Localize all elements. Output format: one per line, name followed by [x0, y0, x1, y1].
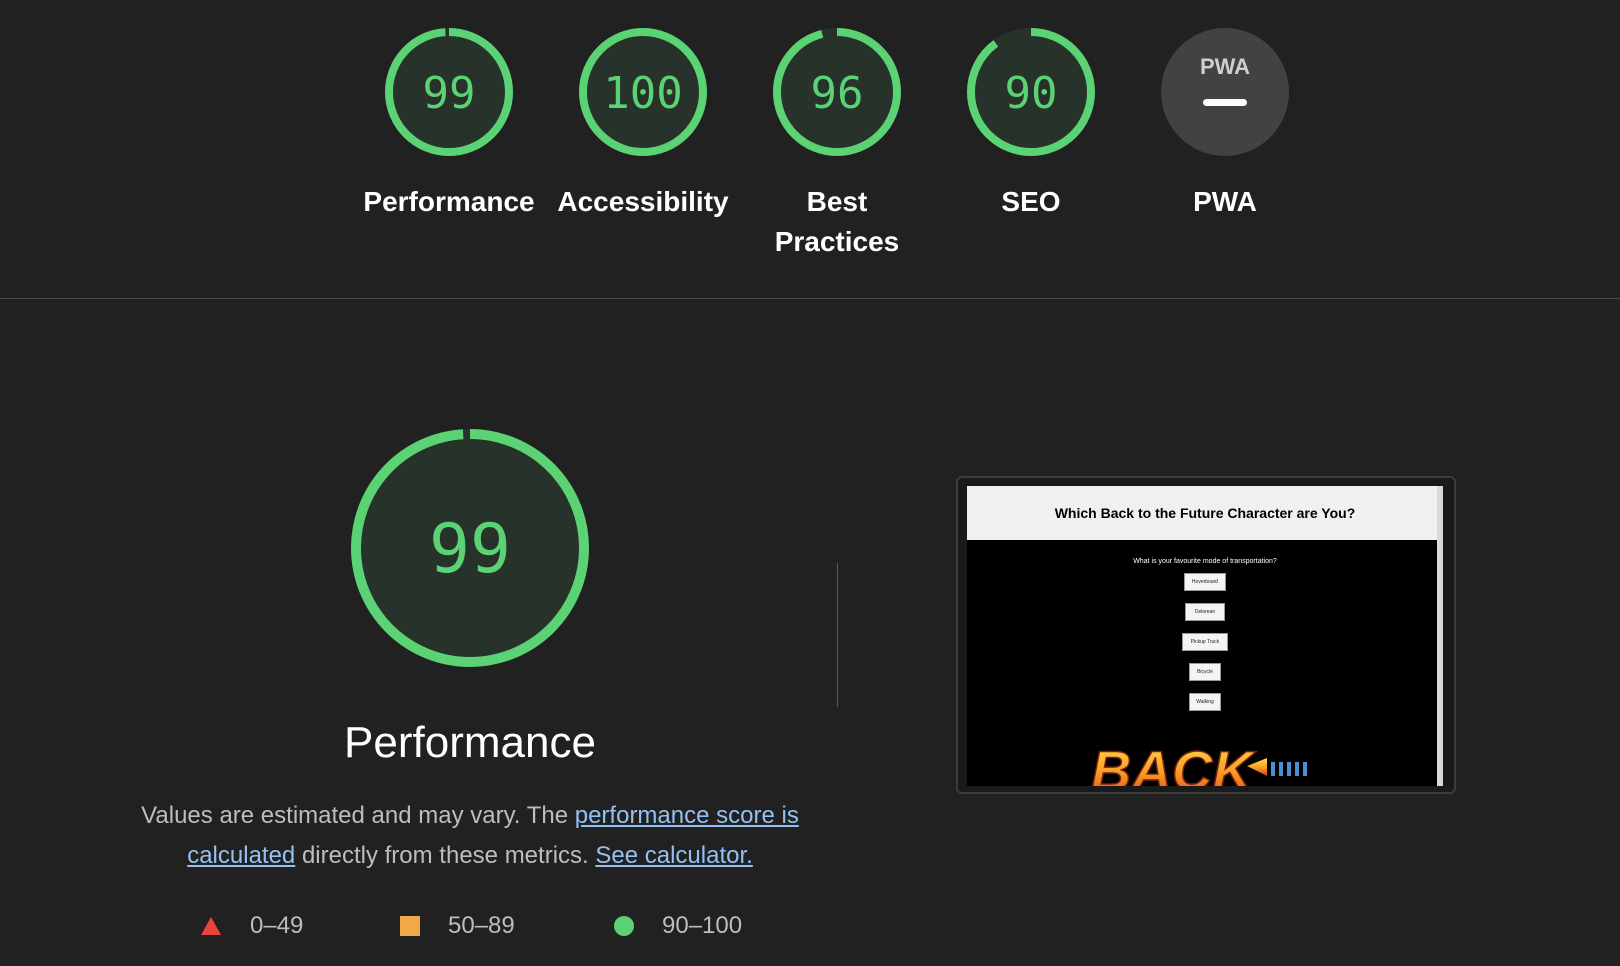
legend-average: 50–89	[400, 912, 515, 940]
score-legend: 0–49 50–89 90–100	[0, 912, 1000, 942]
screenshot-page: Which Back to the Future Character are Y…	[967, 486, 1443, 786]
back-logo: BACK	[1090, 738, 1307, 786]
vertical-separator	[837, 563, 838, 707]
screenshot-option-button: Hoverboard	[1184, 573, 1226, 591]
see-calculator-link[interactable]: See calculator.	[595, 842, 752, 869]
gauge-best-practices-score: 96	[811, 68, 864, 119]
screenshot-scrollbar	[1437, 486, 1443, 786]
screenshot-option-button: Bicycle	[1189, 663, 1221, 681]
performance-title: Performance	[344, 718, 596, 767]
gauge-best-practices[interactable]: 96 Best Practices	[747, 26, 927, 262]
performance-description: Values are estimated and may vary. The p…	[130, 796, 810, 876]
performance-big-gauge: 99	[351, 429, 589, 667]
pwa-dash	[1203, 99, 1247, 106]
gauge-performance[interactable]: 99 Performance	[359, 26, 539, 222]
gauge-pwa[interactable]: PWA PWA	[1135, 26, 1315, 222]
gauge-best-practices-ring: 96	[773, 28, 901, 156]
pwa-icon: PWA	[1161, 28, 1289, 156]
gauge-accessibility[interactable]: 100 Accessibility	[553, 26, 733, 222]
performance-big-score: 99	[429, 510, 511, 589]
gauge-seo-label: SEO	[1001, 186, 1061, 217]
gauge-seo[interactable]: 90 SEO	[941, 26, 1121, 222]
gauge-best-practices-label: Best Practices	[774, 186, 900, 257]
gauge-accessibility-score: 100	[603, 68, 682, 119]
screenshot-option-button: Pickup Truck	[1182, 633, 1228, 651]
gauge-seo-ring: 90	[967, 28, 1095, 156]
section-divider	[0, 298, 1620, 299]
square-icon	[400, 916, 420, 936]
circle-icon	[614, 916, 634, 936]
gauge-performance-ring: 99	[385, 28, 513, 156]
triangle-icon	[201, 917, 221, 935]
gauge-accessibility-label: Accessibility	[557, 186, 729, 217]
legend-fail: 0–49	[200, 912, 303, 940]
gauge-performance-score: 99	[423, 68, 476, 119]
screenshot-option-button: Delorean	[1185, 603, 1225, 621]
final-screenshot[interactable]: Which Back to the Future Character are Y…	[956, 476, 1456, 794]
gauge-pwa-label: PWA	[1193, 186, 1257, 217]
legend-pass: 90–100	[614, 912, 742, 940]
category-gauges: 99 Performance 100 Accessibility 96 Best…	[0, 26, 1620, 266]
screenshot-question: What is your favourite mode of transport…	[1133, 558, 1277, 565]
screenshot-option-button: Walking	[1189, 693, 1221, 711]
desc-prefix: Values are estimated and may vary. The	[141, 802, 569, 829]
legend-fail-range: 0–49	[250, 912, 304, 939]
pwa-badge-text: PWA	[1200, 54, 1250, 79]
gauge-accessibility-ring: 100	[579, 28, 707, 156]
gauge-performance-label: Performance	[363, 186, 535, 217]
lighthouse-report: 99 Performance 100 Accessibility 96 Best…	[0, 0, 1620, 966]
desc-middle: directly from these metrics.	[301, 842, 589, 869]
back-logo-text: BACK	[1091, 739, 1256, 786]
legend-average-range: 50–89	[448, 912, 515, 939]
gauge-seo-score: 90	[1005, 68, 1058, 119]
screenshot-page-title: Which Back to the Future Character are Y…	[967, 486, 1443, 540]
legend-pass-range: 90–100	[662, 912, 743, 939]
